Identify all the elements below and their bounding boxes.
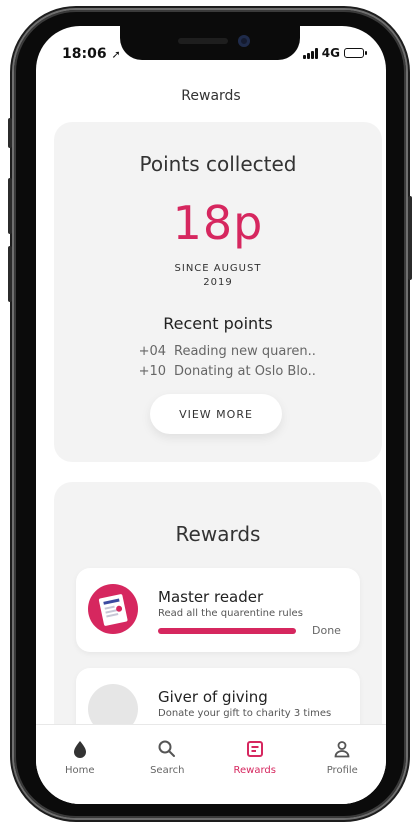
points-card: Points collected 18p SINCE AUGUST 2019 R… xyxy=(54,122,382,462)
recent-points-label: Donating at Oslo Blo.. xyxy=(174,364,316,379)
tab-bar: Home Search Rewards Profile xyxy=(36,724,386,804)
reward-progress-bar xyxy=(158,628,296,634)
recent-points-label: Reading new quaren.. xyxy=(174,344,316,359)
status-indicators: 4G xyxy=(302,46,367,60)
reward-status: Done xyxy=(312,624,341,637)
battery-icon xyxy=(344,48,367,58)
page-title: Rewards xyxy=(181,88,241,104)
recent-points-value: +04 xyxy=(138,344,166,359)
tab-label: Rewards xyxy=(233,765,276,776)
location-arrow-icon: ➚ xyxy=(111,48,121,61)
tab-search[interactable]: Search xyxy=(127,739,207,804)
points-since: SINCE AUGUST 2019 xyxy=(174,263,262,288)
reward-item-master-reader[interactable]: Master reader Read all the quarentine ru… xyxy=(76,568,360,652)
search-icon xyxy=(158,740,176,757)
reward-name: Master reader xyxy=(158,588,264,606)
rewards-title: Rewards xyxy=(175,522,261,546)
tab-label: Home xyxy=(64,765,95,776)
reward-description: Read all the quarentine rules xyxy=(158,608,303,619)
drop-icon xyxy=(73,741,86,758)
app-screen: 18:06 ➚ 4G Rewards Points collected 18p … xyxy=(36,26,386,804)
reward-name: Giver of giving xyxy=(158,688,268,706)
tab-profile[interactable]: Profile xyxy=(302,739,382,804)
tab-rewards[interactable]: Rewards xyxy=(215,739,295,804)
points-title: Points collected xyxy=(139,152,297,176)
recent-points-list: +04 Reading new quaren.. +10 Donating at… xyxy=(134,342,316,382)
silent-switch xyxy=(8,118,12,148)
points-value: 18p xyxy=(172,196,264,250)
tab-label: Search xyxy=(150,765,185,776)
recent-points-value: +10 xyxy=(138,364,166,379)
status-bar: 18:06 ➚ 4G xyxy=(36,40,386,64)
volume-down-button xyxy=(8,246,12,302)
rewards-icon xyxy=(246,741,263,757)
reward-progress-fill xyxy=(158,628,296,634)
recent-points-title: Recent points xyxy=(163,314,273,333)
signal-icon xyxy=(302,47,318,59)
reward-description: Donate your gift to charity 3 times xyxy=(158,708,332,719)
network-type: 4G xyxy=(321,46,340,60)
power-button xyxy=(408,196,412,280)
reading-document-icon xyxy=(88,584,138,634)
tab-home[interactable]: Home xyxy=(40,739,120,804)
profile-icon xyxy=(334,741,350,758)
list-item: +10 Donating at Oslo Blo.. xyxy=(134,362,316,382)
status-time: 18:06 ➚ xyxy=(62,46,121,62)
view-more-button[interactable]: VIEW MORE xyxy=(150,394,282,434)
volume-up-button xyxy=(8,178,12,234)
list-item: +04 Reading new quaren.. xyxy=(134,342,316,362)
tab-label: Profile xyxy=(326,765,358,776)
